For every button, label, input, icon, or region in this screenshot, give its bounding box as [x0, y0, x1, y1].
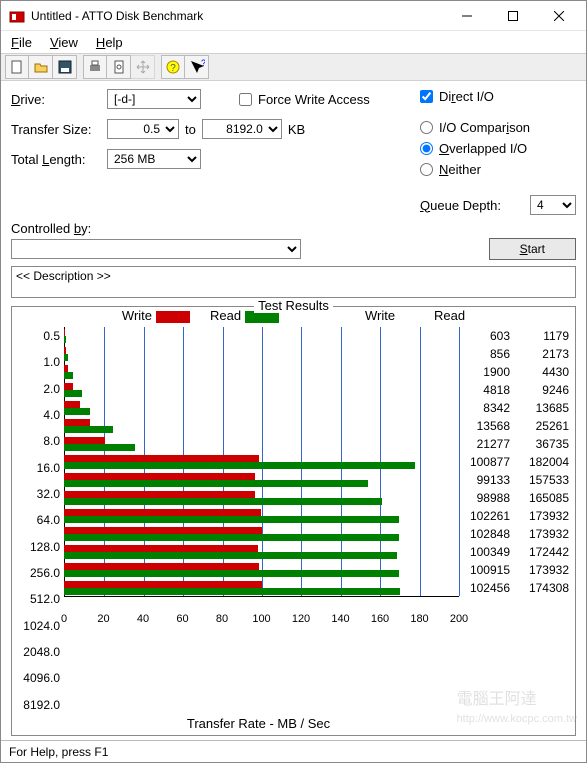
bar-write	[64, 347, 66, 354]
bar-read	[64, 462, 415, 469]
menu-help[interactable]: Help	[96, 35, 123, 50]
bar-read	[64, 336, 66, 343]
bar-write	[64, 527, 262, 534]
context-help-icon[interactable]: ?	[185, 55, 209, 79]
tsize-to-select[interactable]: 8192.0	[202, 119, 282, 139]
force-write-label: Force Write Access	[258, 92, 370, 107]
titlebar: Untitled - ATTO Disk Benchmark	[1, 1, 586, 31]
overlapped-label: Overlapped I/O	[439, 141, 527, 156]
tsize-unit-label: KB	[288, 122, 305, 137]
bar-write	[64, 491, 255, 498]
tsize-from-select[interactable]: 0.5	[107, 119, 179, 139]
direct-io-label: Direct I/O	[439, 89, 494, 104]
bar-read	[64, 534, 399, 541]
svg-text:?: ?	[201, 59, 205, 68]
chart-plot: 020406080100120140160180200	[64, 327, 459, 597]
bar-read	[64, 570, 399, 577]
bar-read	[64, 354, 68, 361]
menu-file[interactable]: File	[11, 35, 32, 50]
bar-read	[64, 480, 368, 487]
tlen-label: Total Length:	[11, 152, 101, 167]
bar-read	[64, 552, 397, 559]
save-icon[interactable]	[53, 55, 77, 79]
ctrlby-label: Controlled by:	[11, 221, 91, 236]
bar-write	[64, 455, 259, 462]
page-icon[interactable]	[107, 55, 131, 79]
io-compare-radio[interactable]	[420, 121, 433, 134]
tsize-label: Transfer Size:	[11, 122, 101, 137]
new-icon[interactable]	[5, 55, 29, 79]
chart-y-labels: 0.51.02.04.08.016.032.064.0128.0256.0512…	[18, 327, 60, 714]
qd-select[interactable]: 4	[530, 195, 576, 215]
client-area: Drive: [-d-] Force Write Access Transfer…	[1, 81, 586, 740]
force-write-checkbox[interactable]	[239, 93, 252, 106]
bar-write	[64, 401, 80, 408]
ctrlby-select[interactable]	[11, 239, 301, 259]
write-swatch	[156, 311, 190, 323]
io-compare-label: I/O Comparison	[439, 120, 530, 135]
maximize-button[interactable]	[490, 1, 536, 31]
bar-write	[64, 473, 255, 480]
window-title: Untitled - ATTO Disk Benchmark	[31, 9, 444, 23]
statusbar: For Help, press F1	[1, 740, 586, 762]
move-icon[interactable]	[131, 55, 155, 79]
help-icon[interactable]: ?	[161, 55, 185, 79]
bar-write	[64, 437, 105, 444]
menubar: File View Help	[1, 31, 586, 53]
results-title: Test Results	[254, 298, 333, 313]
bar-write	[64, 509, 261, 516]
bar-read	[64, 372, 73, 379]
description-textarea[interactable]: << Description >>	[11, 266, 576, 298]
bar-read	[64, 444, 135, 451]
read-column: 1179217344309246136852526136735182004157…	[518, 327, 569, 714]
qd-label: Queue Depth:	[420, 198, 501, 213]
bar-write	[64, 383, 73, 390]
print-icon[interactable]	[83, 55, 107, 79]
start-button[interactable]: Start	[489, 238, 576, 260]
toolbar: ? ?	[1, 53, 586, 81]
minimize-button[interactable]	[444, 1, 490, 31]
bar-read	[64, 390, 82, 397]
neither-radio[interactable]	[420, 163, 433, 176]
tsize-to-label: to	[185, 122, 196, 137]
menu-view[interactable]: View	[50, 35, 78, 50]
chart-x-axis-title: Transfer Rate - MB / Sec	[1, 716, 575, 731]
bar-write	[64, 365, 68, 372]
bar-read	[64, 588, 400, 595]
drive-select[interactable]: [-d-]	[107, 89, 201, 109]
neither-label: Neither	[439, 162, 481, 177]
tlen-select[interactable]: 256 MB	[107, 149, 201, 169]
bar-write	[64, 563, 259, 570]
bar-write	[64, 419, 90, 426]
bar-read	[64, 408, 90, 415]
svg-text:?: ?	[170, 63, 176, 74]
status-text: For Help, press F1	[9, 745, 108, 759]
app-window: Untitled - ATTO Disk Benchmark File View…	[0, 0, 587, 763]
bar-read	[64, 498, 382, 505]
drive-label: Drive:	[11, 92, 101, 107]
bar-write	[64, 581, 262, 588]
app-icon	[9, 8, 25, 24]
bar-read	[64, 426, 113, 433]
open-icon[interactable]	[29, 55, 53, 79]
close-button[interactable]	[536, 1, 582, 31]
bar-write	[64, 545, 258, 552]
bar-read	[64, 516, 399, 523]
overlapped-radio[interactable]	[420, 142, 433, 155]
direct-io-checkbox[interactable]	[420, 90, 433, 103]
results-panel: Test Results Write Read Write Read 0.51.…	[11, 306, 576, 736]
bar-write	[64, 329, 65, 336]
write-column: 6038561900481883421356821277100877991339…	[459, 327, 510, 714]
